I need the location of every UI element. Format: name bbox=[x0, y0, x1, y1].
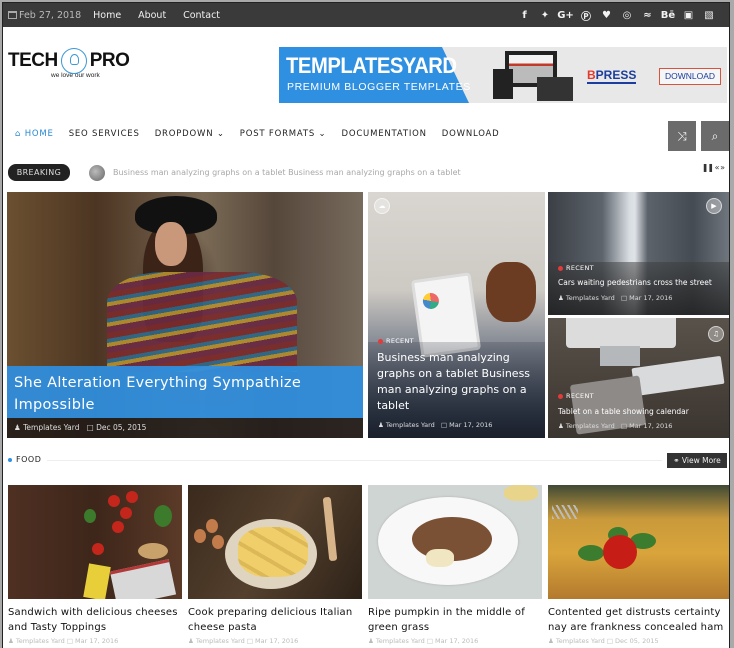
image-format-icon: ☁ bbox=[374, 198, 390, 214]
site-logo[interactable]: TECH PRO we love our work bbox=[8, 48, 148, 88]
header-banner-ad[interactable]: TEMPLATESYARD PREMIUM BLOGGER TEMPLATES … bbox=[279, 47, 727, 103]
behance-icon[interactable]: Bē bbox=[658, 10, 678, 21]
devices-mockup-image bbox=[493, 51, 575, 101]
music-icon: ♫ bbox=[708, 326, 724, 342]
post-date: □ Dec 05, 2015 bbox=[86, 423, 147, 432]
post-meta: ♟ Templates Yard □ Mar 17, 2016 bbox=[188, 637, 299, 645]
image-detail bbox=[486, 262, 536, 322]
logo-text-tech: TECH bbox=[8, 50, 58, 71]
post-meta: ♟ Templates Yard □ Mar 17, 2016 bbox=[8, 637, 119, 645]
bullet-icon bbox=[8, 457, 12, 462]
ticker-thumbnail[interactable] bbox=[89, 165, 105, 181]
featured-post-secondary[interactable]: ☁ RECENT Business man analyzing graphs o… bbox=[368, 192, 545, 438]
logo-tagline: we love our work bbox=[51, 72, 100, 79]
author[interactable]: ♟ Templates Yard bbox=[14, 423, 79, 432]
calendar-icon bbox=[8, 11, 17, 19]
featured-post-main[interactable]: She Alteration Everything Sympathize Imp… bbox=[7, 192, 363, 438]
featured-post-small[interactable]: ▶ RECENT Cars waiting pedestrians cross … bbox=[548, 192, 729, 315]
category-label[interactable]: RECENT bbox=[558, 392, 594, 400]
image-detail bbox=[566, 318, 676, 348]
post-date: □ Mar 17, 2016 bbox=[620, 422, 673, 430]
food-post-thumbnail[interactable] bbox=[548, 485, 729, 599]
featured-post-small[interactable]: ♫ RECENT Tablet on a table showing calen… bbox=[548, 318, 729, 438]
banner-subtitle: PREMIUM BLOGGER TEMPLATES bbox=[287, 81, 471, 93]
recent-dot bbox=[558, 265, 563, 271]
divider bbox=[47, 460, 662, 461]
author[interactable]: ♟ Templates Yard bbox=[558, 294, 615, 302]
bpress-logo: BPRESS bbox=[587, 68, 637, 84]
top-nav-home[interactable]: Home bbox=[93, 10, 121, 21]
top-nav-contact[interactable]: Contact bbox=[183, 10, 220, 21]
post-meta: ♟ Templates Yard □ Mar 17, 2016 bbox=[378, 421, 492, 429]
category-label[interactable]: RECENT bbox=[378, 337, 414, 345]
pinterest-icon[interactable]: Ⓟ bbox=[576, 8, 596, 23]
nav-documentation[interactable]: DOCUMENTATION bbox=[341, 129, 426, 139]
post-date: □ Mar 17, 2016 bbox=[440, 421, 493, 429]
top-nav-about[interactable]: About bbox=[138, 10, 166, 21]
search-button[interactable]: ⌕ bbox=[701, 121, 729, 151]
food-post-title[interactable]: Cook preparing delicious Italian cheese … bbox=[188, 605, 366, 635]
post-title[interactable]: Cars waiting pedestrians cross the stree… bbox=[558, 278, 712, 287]
banner-title: TEMPLATESYARD bbox=[286, 53, 457, 78]
post-title[interactable]: Business man analyzing graphs on a table… bbox=[377, 350, 539, 414]
current-date: Feb 27, 2018 bbox=[8, 10, 81, 21]
post-meta: ♟ Templates Yard □ Mar 17, 2016 bbox=[558, 294, 672, 302]
instagram-icon[interactable]: ▣ bbox=[679, 10, 699, 21]
author[interactable]: ♟ Templates Yard bbox=[558, 422, 615, 430]
section-heading-food: FOOD bbox=[8, 455, 41, 464]
nav-download[interactable]: DOWNLOAD bbox=[442, 129, 500, 139]
recent-dot bbox=[558, 393, 563, 399]
nav-seo-services[interactable]: SEO SERVICES bbox=[69, 129, 140, 139]
author[interactable]: ♟ Templates Yard bbox=[378, 421, 435, 429]
lightbulb-icon bbox=[60, 48, 87, 74]
date-text: Feb 27, 2018 bbox=[19, 9, 82, 21]
google-plus-icon[interactable]: G+ bbox=[556, 10, 576, 21]
nav-home[interactable]: ⌂ HOME bbox=[15, 129, 54, 139]
rss-icon[interactable]: ≈ bbox=[638, 10, 658, 21]
social-links: f ✦ G+ Ⓟ ♥ ◎ ≈ Bē ▣ ▧ bbox=[514, 3, 719, 27]
logo-text-pro: PRO bbox=[89, 50, 130, 71]
featured-title[interactable]: She Alteration Everything Sympathize Imp… bbox=[14, 372, 334, 416]
post-title[interactable]: Tablet on a table showing calendar bbox=[558, 407, 689, 416]
dribbble-icon[interactable]: ◎ bbox=[617, 10, 637, 21]
delicious-icon[interactable]: ▧ bbox=[699, 10, 719, 21]
food-post-title[interactable]: Ripe pumpkin in the middle of green gras… bbox=[368, 605, 546, 635]
top-bar: Feb 27, 2018 Home About Contact f ✦ G+ Ⓟ… bbox=[3, 3, 729, 27]
main-nav: ⌂ HOME SEO SERVICES DROPDOWN ⌄ POST FORM… bbox=[15, 129, 515, 139]
heart-icon[interactable]: ♥ bbox=[597, 10, 617, 21]
nav-post-formats[interactable]: POST FORMATS ⌄ bbox=[240, 129, 327, 139]
food-post-thumbnail[interactable] bbox=[8, 485, 182, 599]
search-icon: ⌕ bbox=[711, 129, 719, 143]
shuffle-icon: ⤨ bbox=[677, 129, 687, 143]
ticker-controls[interactable]: ❚❚ « » bbox=[702, 163, 725, 172]
page: Feb 27, 2018 Home About Contact f ✦ G+ Ⓟ… bbox=[2, 2, 730, 648]
post-meta: ♟ Templates Yard □ Mar 17, 2016 bbox=[368, 637, 479, 645]
image-detail bbox=[155, 222, 187, 266]
food-post-title[interactable]: Contented get distrusts certainty nay ar… bbox=[548, 605, 729, 635]
category-label[interactable]: RECENT bbox=[558, 264, 594, 272]
post-meta: ♟ Templates Yard □ Dec 05, 2015 bbox=[7, 418, 363, 438]
twitter-icon[interactable]: ✦ bbox=[535, 10, 555, 21]
post-meta: ♟ Templates Yard □ Mar 17, 2016 bbox=[558, 422, 672, 430]
food-post-thumbnail[interactable] bbox=[188, 485, 362, 599]
facebook-icon[interactable]: f bbox=[515, 10, 535, 21]
image-detail bbox=[600, 346, 640, 366]
food-post-thumbnail[interactable] bbox=[368, 485, 542, 599]
video-icon: ▶ bbox=[706, 198, 722, 214]
view-more-button[interactable]: ⚭ View More bbox=[667, 453, 727, 468]
breaking-ticker-link[interactable]: Business man analyzing graphs on a table… bbox=[113, 168, 461, 177]
top-nav: Home About Contact bbox=[81, 10, 220, 21]
image-detail bbox=[107, 272, 297, 372]
random-post-button[interactable]: ⤨ bbox=[668, 121, 696, 151]
recent-dot bbox=[378, 338, 383, 344]
breaking-badge: BREAKING bbox=[8, 164, 70, 181]
post-date: □ Mar 17, 2016 bbox=[620, 294, 673, 302]
nav-dropdown[interactable]: DROPDOWN ⌄ bbox=[155, 129, 225, 139]
food-post-title[interactable]: Sandwich with delicious cheeses and Tast… bbox=[8, 605, 186, 635]
post-meta: ♟ Templates Yard □ Dec 05, 2015 bbox=[548, 637, 659, 645]
banner-download-button[interactable]: DOWNLOAD bbox=[659, 68, 721, 85]
